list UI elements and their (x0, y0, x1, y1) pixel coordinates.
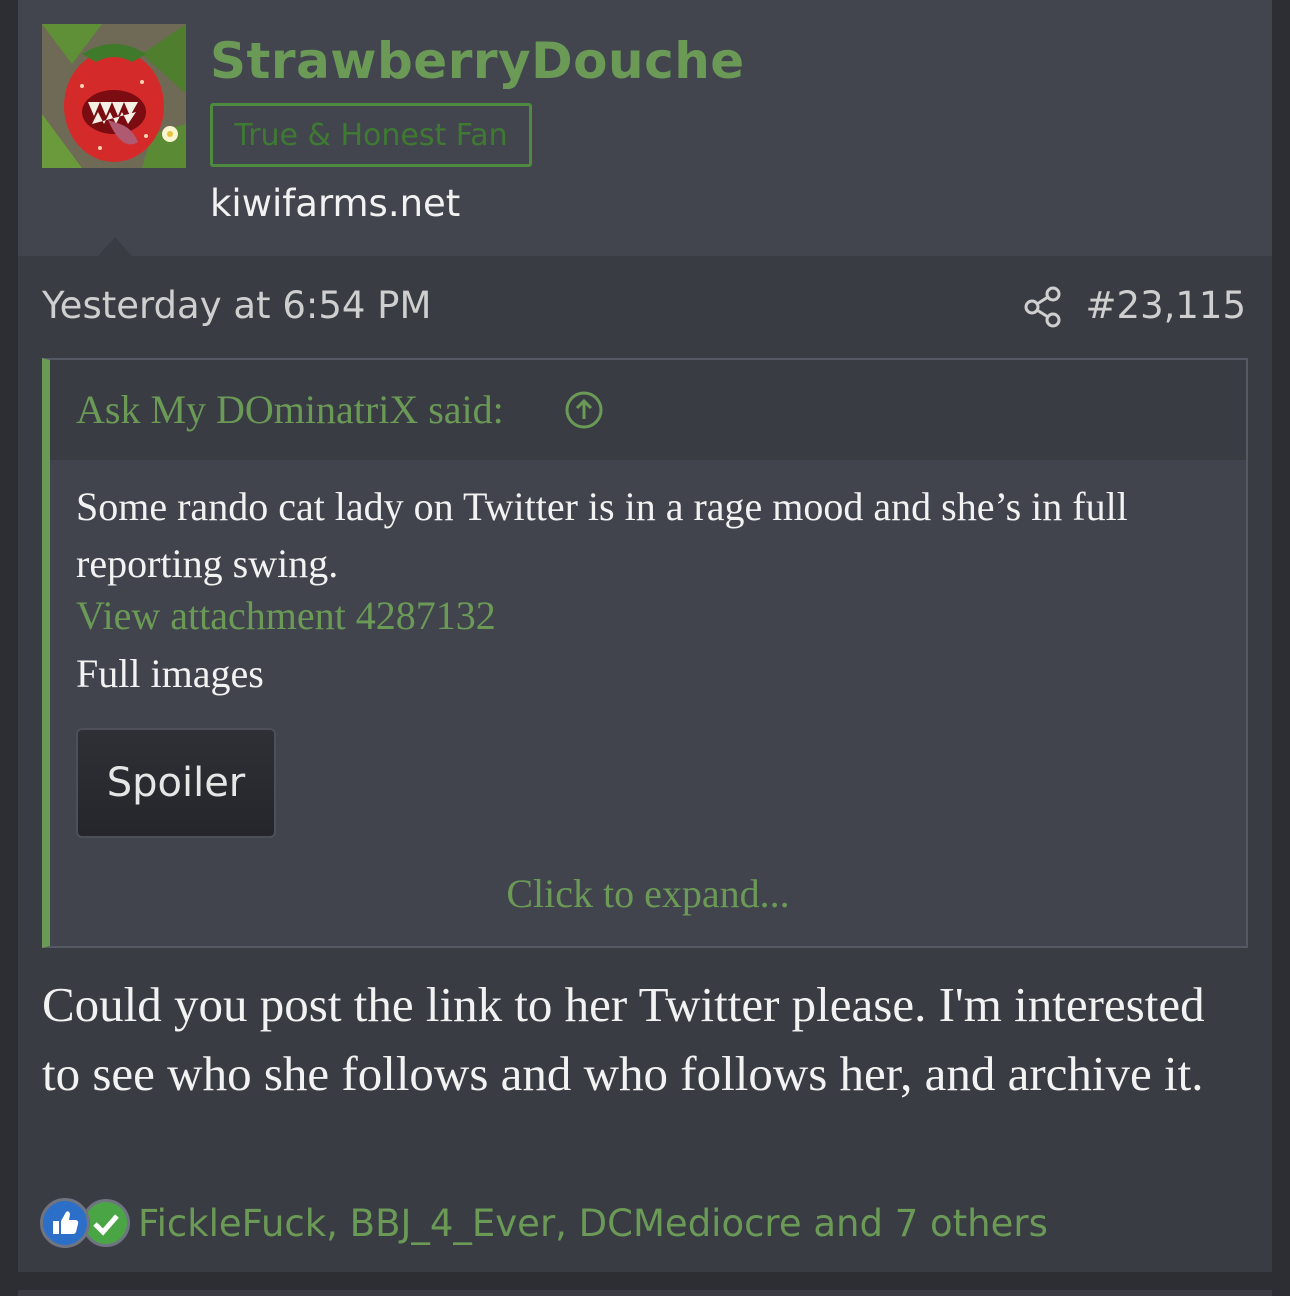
spoiler-button[interactable]: Spoiler (76, 728, 276, 838)
share-icon[interactable] (1023, 286, 1063, 328)
next-post-edge (18, 1290, 1272, 1296)
quote-extra-text: Full images (76, 651, 264, 696)
reactions-bar[interactable]: FickleFuck, BBJ_4_Ever, DCMediocre and 7… (40, 1196, 1048, 1250)
thumbs-up-icon[interactable] (40, 1198, 90, 1248)
quote-author[interactable]: Ask My DOminatriX said: (76, 386, 504, 433)
attachment-link[interactable]: View attachment 4287132 (76, 592, 496, 639)
click-to-expand-link[interactable]: Click to expand... (50, 870, 1246, 917)
post-date[interactable]: Yesterday at 6:54 PM (42, 284, 431, 327)
reaction-names[interactable]: FickleFuck, BBJ_4_Ever, DCMediocre and 7… (138, 1202, 1048, 1245)
user-header: StrawberryDouche True & Honest Fan kiwif… (18, 0, 1272, 256)
post-number[interactable]: #23,115 (1086, 284, 1246, 327)
username[interactable]: StrawberryDouche (210, 32, 745, 90)
user-title-badge: True & Honest Fan (210, 103, 532, 167)
user-site: kiwifarms.net (210, 182, 461, 225)
strawberry-monster-avatar (42, 24, 186, 168)
header-pointer (98, 237, 132, 256)
quote-text: Some rando cat lady on Twitter is in a r… (76, 484, 1128, 586)
quote-header: Ask My DOminatriX said: (50, 360, 1246, 460)
quote-block: Ask My DOminatriX said: Some rando cat l… (42, 358, 1248, 948)
post-body-text: Could you post the link to her Twitter p… (42, 977, 1205, 1101)
arrow-up-circle-icon[interactable] (564, 390, 604, 430)
user-avatar[interactable] (42, 24, 186, 168)
forum-post: StrawberryDouche True & Honest Fan kiwif… (18, 0, 1272, 1272)
